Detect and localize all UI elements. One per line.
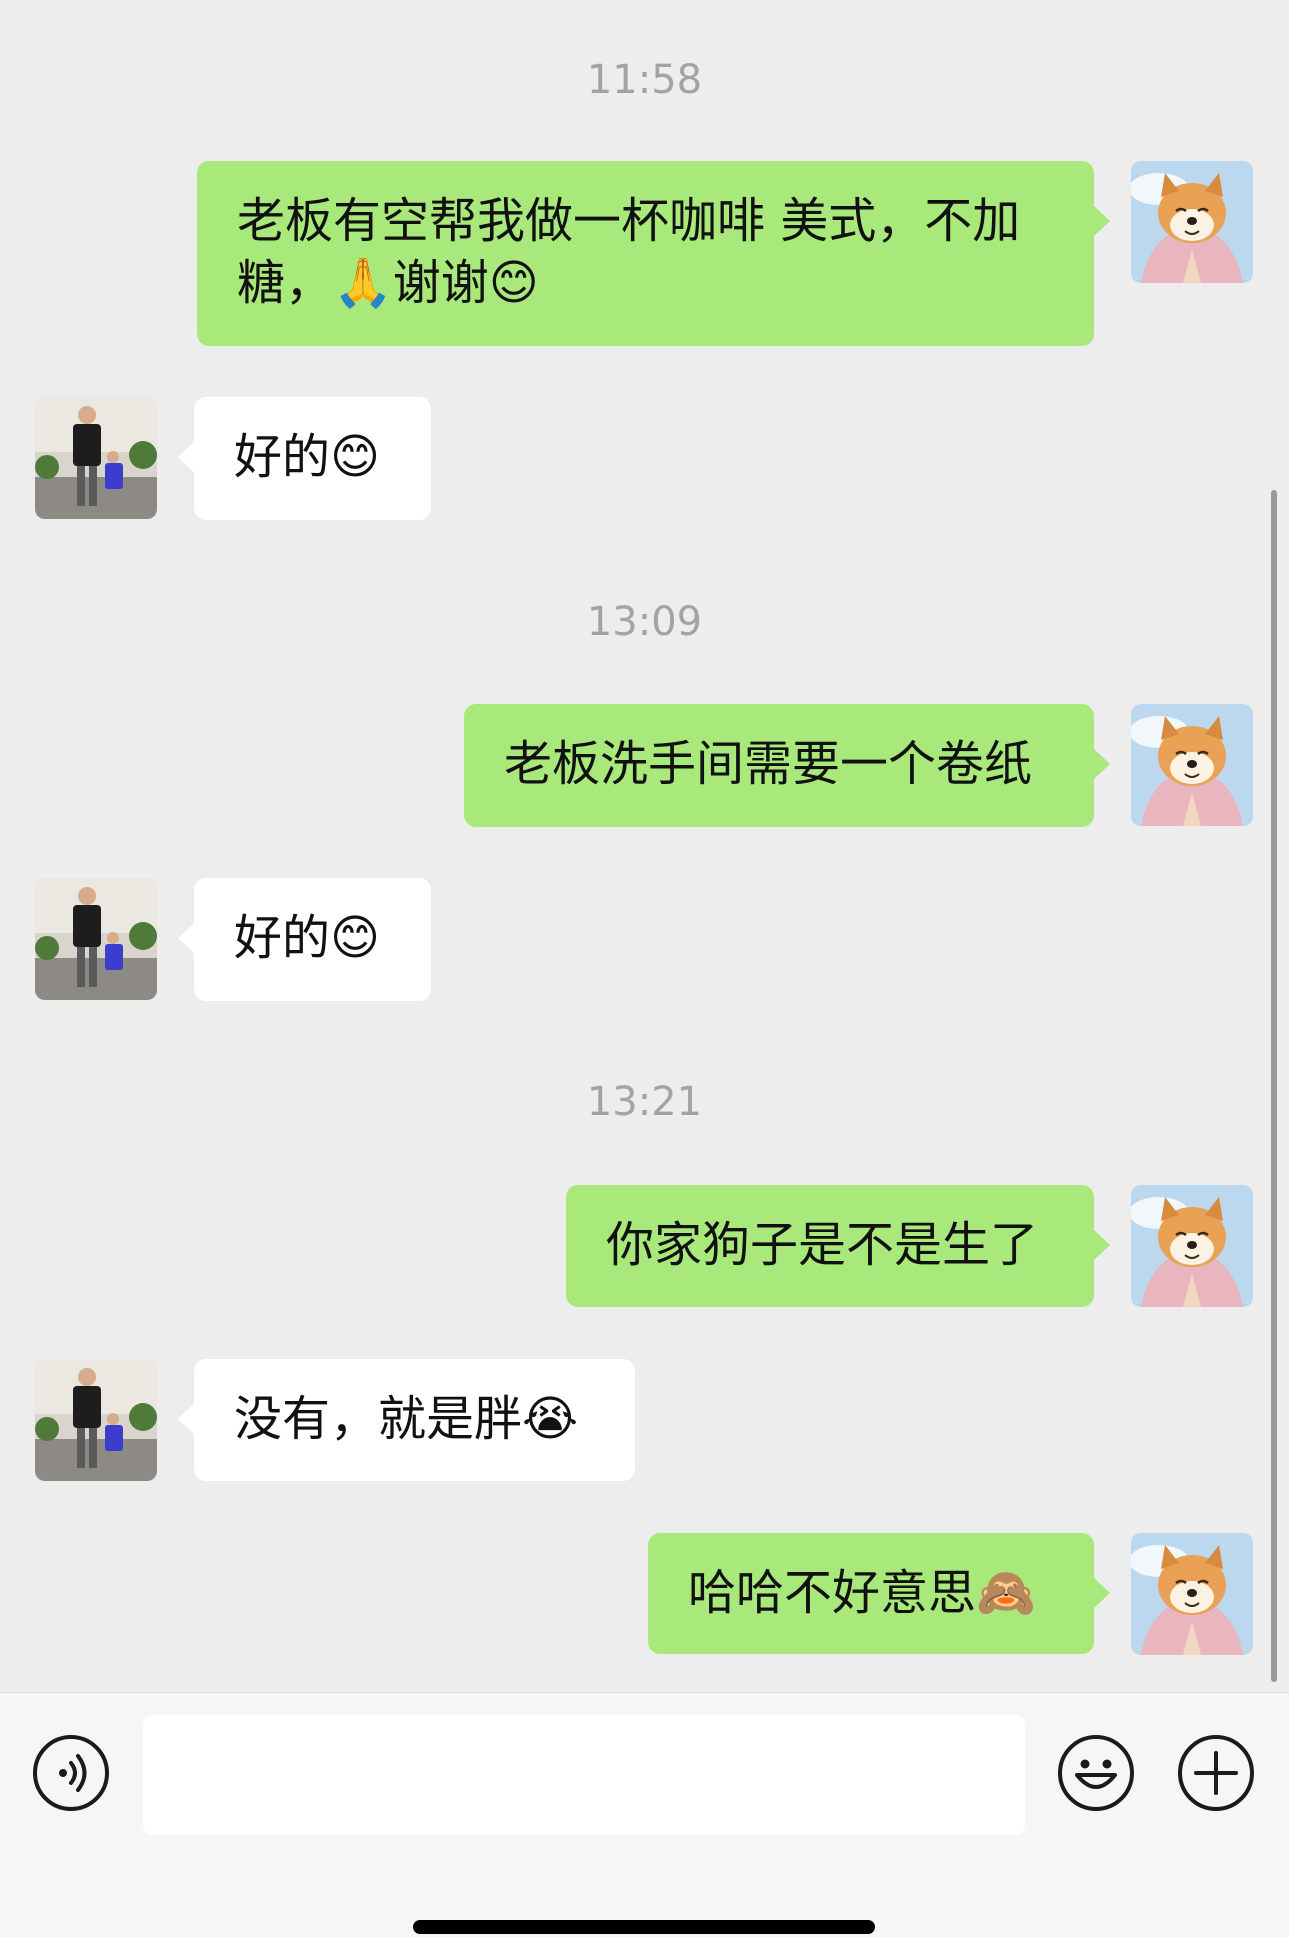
contact-message-bubble[interactable]: 好的😊 [178, 397, 431, 520]
timestamp: 13:09 [586, 599, 703, 645]
my-avatar-shiba[interactable] [1131, 1185, 1253, 1307]
contact-message-bubble[interactable]: 好的😊 [178, 878, 431, 1001]
timestamp: 13:21 [586, 1079, 703, 1125]
more-button[interactable] [1178, 1735, 1254, 1811]
contact-avatar-photo[interactable] [35, 1359, 157, 1481]
plus-icon [1194, 1751, 1238, 1795]
message-input[interactable] [143, 1715, 1025, 1835]
emoji-icon [1075, 1759, 1117, 1789]
my-message-bubble[interactable]: 哈哈不好意思🙈 [648, 1533, 1110, 1654]
voice-button[interactable] [33, 1735, 109, 1811]
my-message-bubble[interactable]: 你家狗子是不是生了 [566, 1185, 1110, 1307]
chat-history[interactable]: 11:58 老板有空帮我做一杯咖啡 美式，不加糖，🙏谢谢😊 好的😊 13:09 … [0, 0, 1289, 1692]
my-avatar-shiba[interactable] [1131, 1533, 1253, 1655]
timestamp: 11:58 [586, 57, 703, 103]
my-message-bubble[interactable]: 老板洗手间需要一个卷纸 [464, 704, 1110, 827]
home-indicator[interactable] [413, 1920, 875, 1934]
emoji-button[interactable] [1058, 1735, 1134, 1811]
my-message-bubble[interactable]: 老板有空帮我做一杯咖啡 美式，不加糖，🙏谢谢😊 [197, 161, 1110, 346]
chat-scrollbar[interactable] [1271, 490, 1277, 1682]
contact-avatar-photo[interactable] [35, 878, 157, 1000]
contact-message-bubble[interactable]: 没有，就是胖😭 [178, 1359, 635, 1481]
my-avatar-shiba[interactable] [1131, 161, 1253, 283]
contact-avatar-photo[interactable] [35, 397, 157, 519]
voice-icon [59, 1754, 87, 1792]
message-input-bar [0, 1692, 1289, 1937]
my-avatar-shiba[interactable] [1131, 704, 1253, 826]
